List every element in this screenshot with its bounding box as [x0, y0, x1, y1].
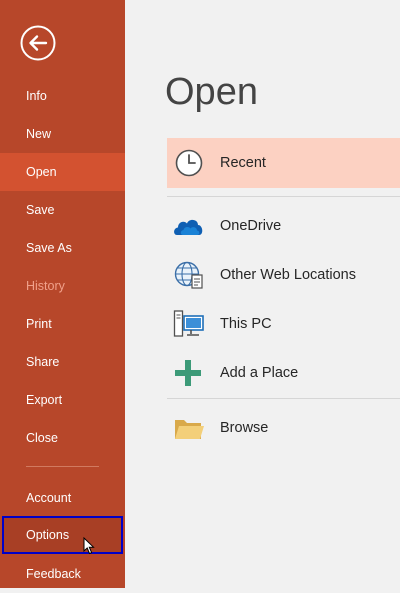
nav-item-feedback[interactable]: Feedback — [0, 555, 125, 593]
backstage-sidebar: Info New Open Save Save As History Print… — [0, 0, 125, 588]
nav-item-save-as[interactable]: Save As — [0, 229, 125, 267]
location-label: Other Web Locations — [220, 267, 356, 283]
location-label: Recent — [220, 155, 266, 171]
nav-item-export[interactable]: Export — [0, 381, 125, 419]
location-recent[interactable]: Recent — [167, 138, 400, 188]
location-this-pc[interactable]: This PC — [167, 299, 400, 349]
mouse-cursor-icon — [83, 537, 95, 555]
plus-icon — [175, 360, 201, 386]
sidebar-divider — [26, 466, 99, 467]
separator — [167, 196, 400, 197]
location-other-web[interactable]: Other Web Locations — [167, 250, 400, 300]
nav-item-save[interactable]: Save — [0, 191, 125, 229]
globe-icon — [174, 261, 203, 289]
nav-item-open[interactable]: Open — [0, 153, 125, 191]
nav-item-close[interactable]: Close — [0, 419, 125, 457]
back-arrow-icon — [20, 25, 56, 61]
computer-icon — [173, 310, 204, 337]
cloud-icon — [174, 219, 203, 235]
back-button[interactable] — [20, 25, 56, 61]
location-label: Browse — [220, 420, 269, 436]
location-onedrive[interactable]: OneDrive — [167, 201, 400, 251]
nav-item-new[interactable]: New — [0, 115, 125, 153]
separator — [167, 398, 400, 399]
location-add-place[interactable]: Add a Place — [167, 348, 400, 398]
folder-icon — [175, 420, 204, 439]
location-label: Add a Place — [220, 365, 299, 381]
page-title: Open — [165, 71, 258, 113]
location-label: OneDrive — [220, 218, 282, 234]
nav-item-options[interactable]: Options — [2, 516, 123, 554]
nav-item-info[interactable]: Info — [0, 77, 125, 115]
nav-item-share[interactable]: Share — [0, 343, 125, 381]
location-browse[interactable]: Browse — [167, 403, 400, 453]
clock-icon — [175, 149, 203, 177]
location-label: This PC — [220, 316, 272, 332]
nav-item-print[interactable]: Print — [0, 305, 125, 343]
nav-item-account[interactable]: Account — [0, 479, 125, 517]
nav-item-history: History — [26, 279, 65, 293]
